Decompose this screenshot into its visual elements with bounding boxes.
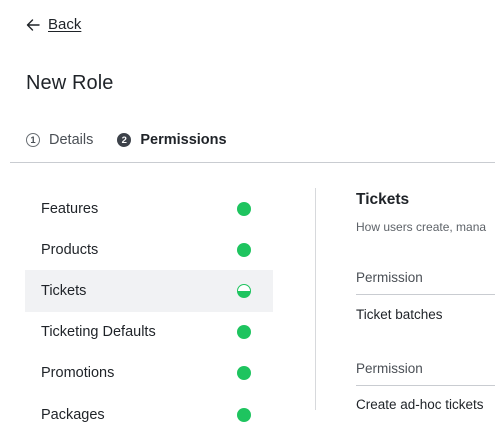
sidebar-item-tickets[interactable]: Tickets [25, 270, 273, 312]
step-number-1: 1 [26, 133, 40, 147]
sidebar-item-packages[interactable]: Packages [25, 394, 273, 435]
permission-row-ticket-batches: Ticket batches [356, 307, 443, 322]
panel-divider [315, 188, 316, 410]
status-complete-icon [237, 325, 251, 340]
section-description: How users create, mana [356, 220, 487, 234]
permission-categories: Features Products Tickets Ticketing Defa… [25, 188, 273, 435]
stepper: 1 Details 2 Permissions [26, 132, 227, 148]
permission-column-header: Permission [356, 270, 423, 285]
back-link[interactable]: Back [26, 16, 81, 33]
arrow-left-icon [26, 18, 40, 31]
sidebar-item-ticketing-defaults[interactable]: Ticketing Defaults [25, 312, 273, 353]
sidebar-item-features[interactable]: Features [25, 188, 273, 229]
sidebar-item-promotions[interactable]: Promotions [25, 353, 273, 394]
status-partial-icon [237, 283, 251, 298]
sidebar-item-label: Ticketing Defaults [41, 324, 156, 341]
step-details[interactable]: 1 Details [26, 132, 93, 148]
sidebar-item-label: Tickets [41, 282, 87, 299]
step-label: Details [49, 132, 94, 148]
status-complete-icon [237, 201, 251, 216]
step-permissions[interactable]: 2 Permissions [117, 132, 227, 148]
step-label: Permissions [140, 132, 227, 148]
sidebar-item-products[interactable]: Products [25, 229, 273, 270]
permission-column-header: Permission [356, 361, 423, 376]
page-title: New Role [26, 72, 114, 94]
table-divider [356, 385, 495, 386]
sidebar-item-label: Packages [41, 406, 105, 423]
table-divider [356, 294, 495, 295]
status-complete-icon [237, 366, 251, 381]
sidebar-item-label: Products [41, 241, 99, 258]
sidebar-item-label: Promotions [41, 365, 115, 382]
status-complete-icon [237, 242, 251, 257]
back-label[interactable]: Back [48, 16, 81, 33]
section-title: Tickets [356, 191, 410, 208]
header-divider [10, 162, 495, 163]
step-number-2: 2 [117, 133, 132, 147]
sidebar-item-label: Features [41, 200, 99, 217]
